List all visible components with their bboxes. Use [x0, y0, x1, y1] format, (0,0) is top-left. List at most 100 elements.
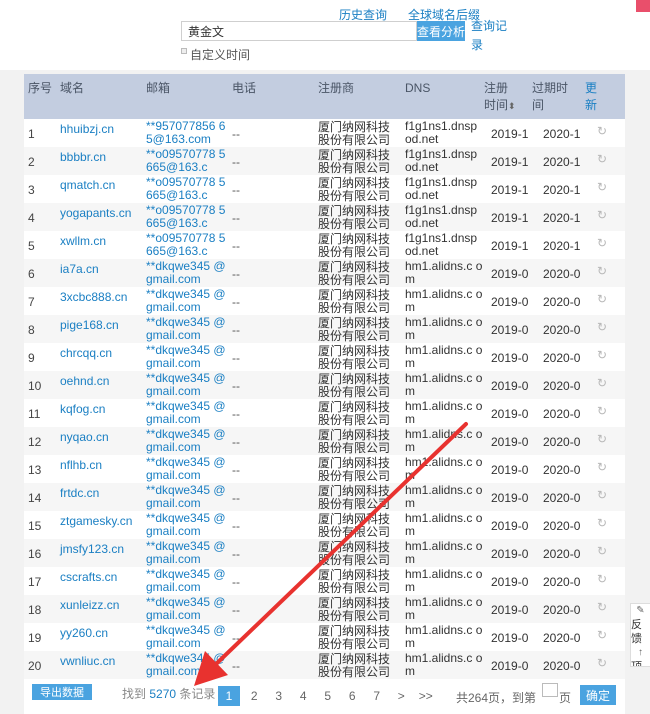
email-link[interactable]: **957077856 65@163.com	[146, 120, 228, 146]
domain-link[interactable]: xwllm.cn	[60, 234, 106, 248]
refresh-icon[interactable]: ↻	[597, 180, 607, 194]
domain-link[interactable]: pige168.cn	[60, 318, 119, 332]
refresh-icon[interactable]: ↻	[597, 264, 607, 278]
email-link[interactable]: **dkqwe345 @gmail.com	[146, 540, 228, 566]
domain-link[interactable]: qmatch.cn	[60, 178, 115, 192]
refresh-icon[interactable]: ↻	[597, 292, 607, 306]
refresh-icon[interactable]: ↻	[597, 488, 607, 502]
domain-link[interactable]: ztgamesky.cn	[60, 514, 132, 528]
row-index: 6	[28, 267, 35, 281]
domain-link[interactable]: jmsfy123.cn	[60, 542, 124, 556]
page-link[interactable]: 5	[316, 686, 341, 706]
header-exp-time: 过期时间	[532, 81, 569, 112]
exp-date-cell: 2020-1	[543, 127, 581, 141]
domain-link[interactable]: hhuibzj.cn	[60, 122, 114, 136]
header-domain: 域名	[60, 81, 85, 95]
email-link[interactable]: **dkqwe345 @gmail.com	[146, 568, 228, 594]
refresh-icon[interactable]: ↻	[597, 236, 607, 250]
refresh-icon[interactable]: ↻	[597, 208, 607, 222]
domain-link[interactable]: yogapants.cn	[60, 206, 131, 220]
table-row: 15 ztgamesky.cn **dkqwe345 @gmail.com -- 厦门纳…	[24, 511, 625, 539]
refresh-icon[interactable]: ↻	[597, 460, 607, 474]
domain-link[interactable]: frtdc.cn	[60, 486, 99, 500]
page-link[interactable]: 7	[365, 686, 390, 706]
refresh-icon[interactable]: ↻	[597, 572, 607, 586]
refresh-icon[interactable]: ↻	[597, 544, 607, 558]
domain-link[interactable]: nflhb.cn	[60, 458, 102, 472]
custom-time-checkbox[interactable]	[181, 47, 187, 54]
reg-date-cell: 2019-0	[491, 491, 529, 505]
refresh-icon[interactable]: ↻	[597, 376, 607, 390]
exp-date-cell: 2020-0	[543, 491, 581, 505]
header-refresh[interactable]: 更新	[585, 80, 601, 114]
page-link[interactable]: 2	[242, 686, 267, 706]
page-link[interactable]: >>	[414, 686, 439, 706]
refresh-icon[interactable]: ↻	[597, 404, 607, 418]
email-link[interactable]: **dkqwe345 @gmail.com	[146, 428, 228, 454]
total-pages: 共264页，到第	[456, 691, 537, 705]
email-link[interactable]: **dkqwe345 @gmail.com	[146, 344, 228, 370]
email-link[interactable]: **dkqwe345 @gmail.com	[146, 652, 228, 678]
email-link[interactable]: **dkqwe345 @gmail.com	[146, 456, 228, 482]
email-link[interactable]: **dkqwe345 @gmail.com	[146, 624, 228, 650]
email-link[interactable]: **dkqwe345 @gmail.com	[146, 400, 228, 426]
page-link[interactable]: 1	[218, 686, 240, 706]
refresh-icon[interactable]: ↻	[597, 124, 607, 138]
domain-link[interactable]: kqfog.cn	[60, 402, 105, 416]
reg-date-cell: 2019-0	[491, 519, 529, 533]
domain-link[interactable]: cscrafts.cn	[60, 570, 117, 584]
row-index: 11	[28, 407, 41, 421]
refresh-icon[interactable]: ↻	[597, 600, 607, 614]
domain-link[interactable]: xunleizz.cn	[60, 598, 119, 612]
domain-link[interactable]: ia7a.cn	[60, 262, 99, 276]
domain-link[interactable]: chrcqq.cn	[60, 346, 112, 360]
page-link[interactable]: 4	[291, 686, 316, 706]
table-row: 8 pige168.cn **dkqwe345 @gmail.com -- 厦门纳网科技…	[24, 315, 625, 343]
phone-cell: --	[232, 127, 240, 141]
header-reg-time[interactable]: 注册时间⬍	[484, 80, 518, 115]
domain-link[interactable]: 3xcbc888.cn	[60, 290, 127, 304]
refresh-icon[interactable]: ↻	[597, 628, 607, 642]
side-widget[interactable]: ✎ 反馈 ↑ 顶部	[630, 603, 650, 667]
email-link[interactable]: **o09570778 5665@163.c	[146, 232, 228, 258]
custom-time-option[interactable]: 自定义时间	[181, 46, 250, 63]
domain-link[interactable]: bbbbr.cn	[60, 150, 106, 164]
row-index: 16	[28, 547, 42, 561]
refresh-icon[interactable]: ↻	[597, 152, 607, 166]
email-link[interactable]: **o09570778 5665@163.c	[146, 176, 228, 202]
email-link[interactable]: **dkqwe345 @gmail.com	[146, 260, 228, 286]
email-link[interactable]: **o09570778 5665@163.c	[146, 148, 228, 174]
feedback-label[interactable]: 反馈	[631, 619, 642, 645]
email-link[interactable]: **o09570778 5665@163.c	[146, 204, 228, 230]
sort-icon[interactable]: ⬍	[508, 101, 516, 111]
refresh-icon[interactable]: ↻	[597, 320, 607, 334]
domain-link[interactable]: nyqao.cn	[60, 430, 109, 444]
domain-link[interactable]: yy260.cn	[60, 626, 108, 640]
export-button[interactable]: 导出数据	[32, 684, 92, 700]
page-number-input[interactable]	[542, 683, 558, 697]
email-link[interactable]: **dkqwe345 @gmail.com	[146, 596, 228, 622]
email-link[interactable]: **dkqwe345 @gmail.com	[146, 288, 228, 314]
top-label[interactable]: 顶部	[631, 661, 642, 666]
exp-date-cell: 2020-0	[543, 379, 581, 393]
domain-link[interactable]: oehnd.cn	[60, 374, 109, 388]
row-index: 20	[28, 659, 42, 673]
email-link[interactable]: **dkqwe345 @gmail.com	[146, 512, 228, 538]
page-link[interactable]: >	[389, 686, 414, 706]
refresh-icon[interactable]: ↻	[597, 516, 607, 530]
query-record-link[interactable]: 查询记录	[471, 17, 511, 55]
search-input[interactable]	[181, 21, 417, 41]
page-link[interactable]: 3	[267, 686, 292, 706]
confirm-button[interactable]: 确定	[580, 685, 616, 705]
email-link[interactable]: **dkqwe345 @gmail.com	[146, 316, 228, 342]
email-link[interactable]: **dkqwe345 @gmail.com	[146, 372, 228, 398]
page-link[interactable]: 6	[340, 686, 365, 706]
exp-date-cell: 2020-0	[543, 407, 581, 421]
reg-date-cell: 2019-0	[491, 379, 529, 393]
refresh-icon[interactable]: ↻	[597, 656, 607, 670]
refresh-icon[interactable]: ↻	[597, 432, 607, 446]
analyze-button[interactable]: 查看分析	[417, 21, 465, 41]
email-link[interactable]: **dkqwe345 @gmail.com	[146, 484, 228, 510]
domain-link[interactable]: vwnliuc.cn	[60, 654, 115, 668]
refresh-icon[interactable]: ↻	[597, 348, 607, 362]
